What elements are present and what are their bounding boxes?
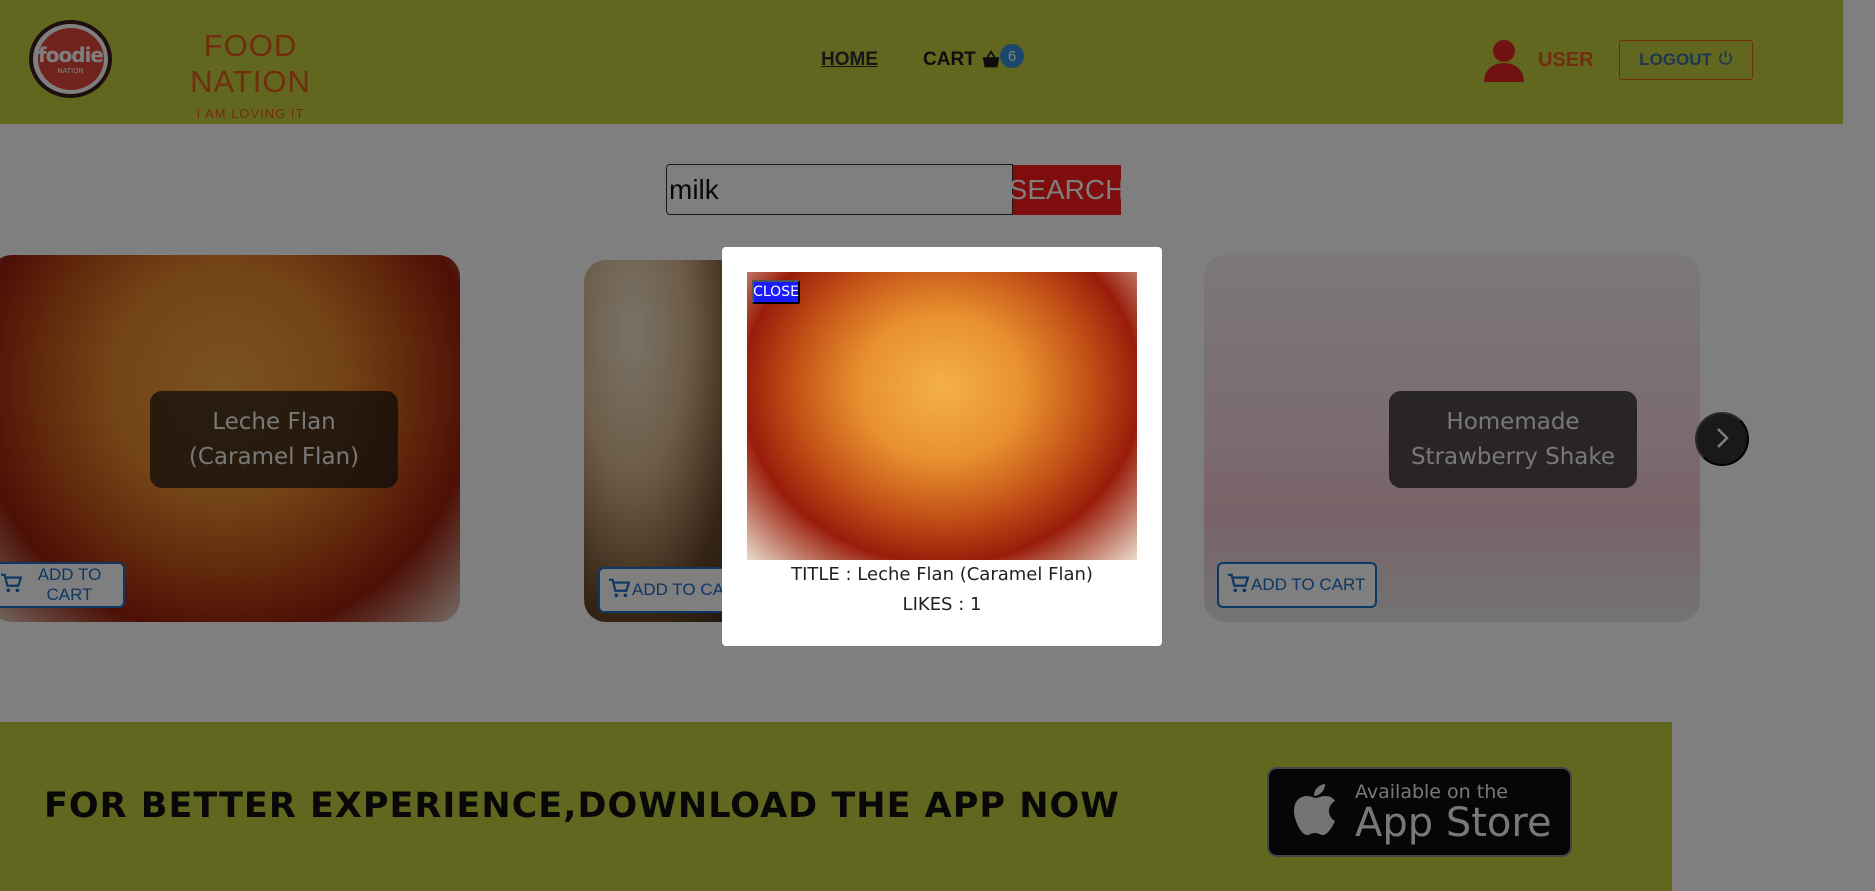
close-button[interactable]: CLOSE xyxy=(752,280,800,304)
modal-likes: LIKES : 1 xyxy=(902,594,982,615)
modal-food-image xyxy=(747,272,1137,560)
food-detail-modal: CLOSE TITLE : Leche Flan (Caramel Flan) … xyxy=(722,247,1162,646)
modal-title: TITLE : Leche Flan (Caramel Flan) xyxy=(791,564,1093,585)
